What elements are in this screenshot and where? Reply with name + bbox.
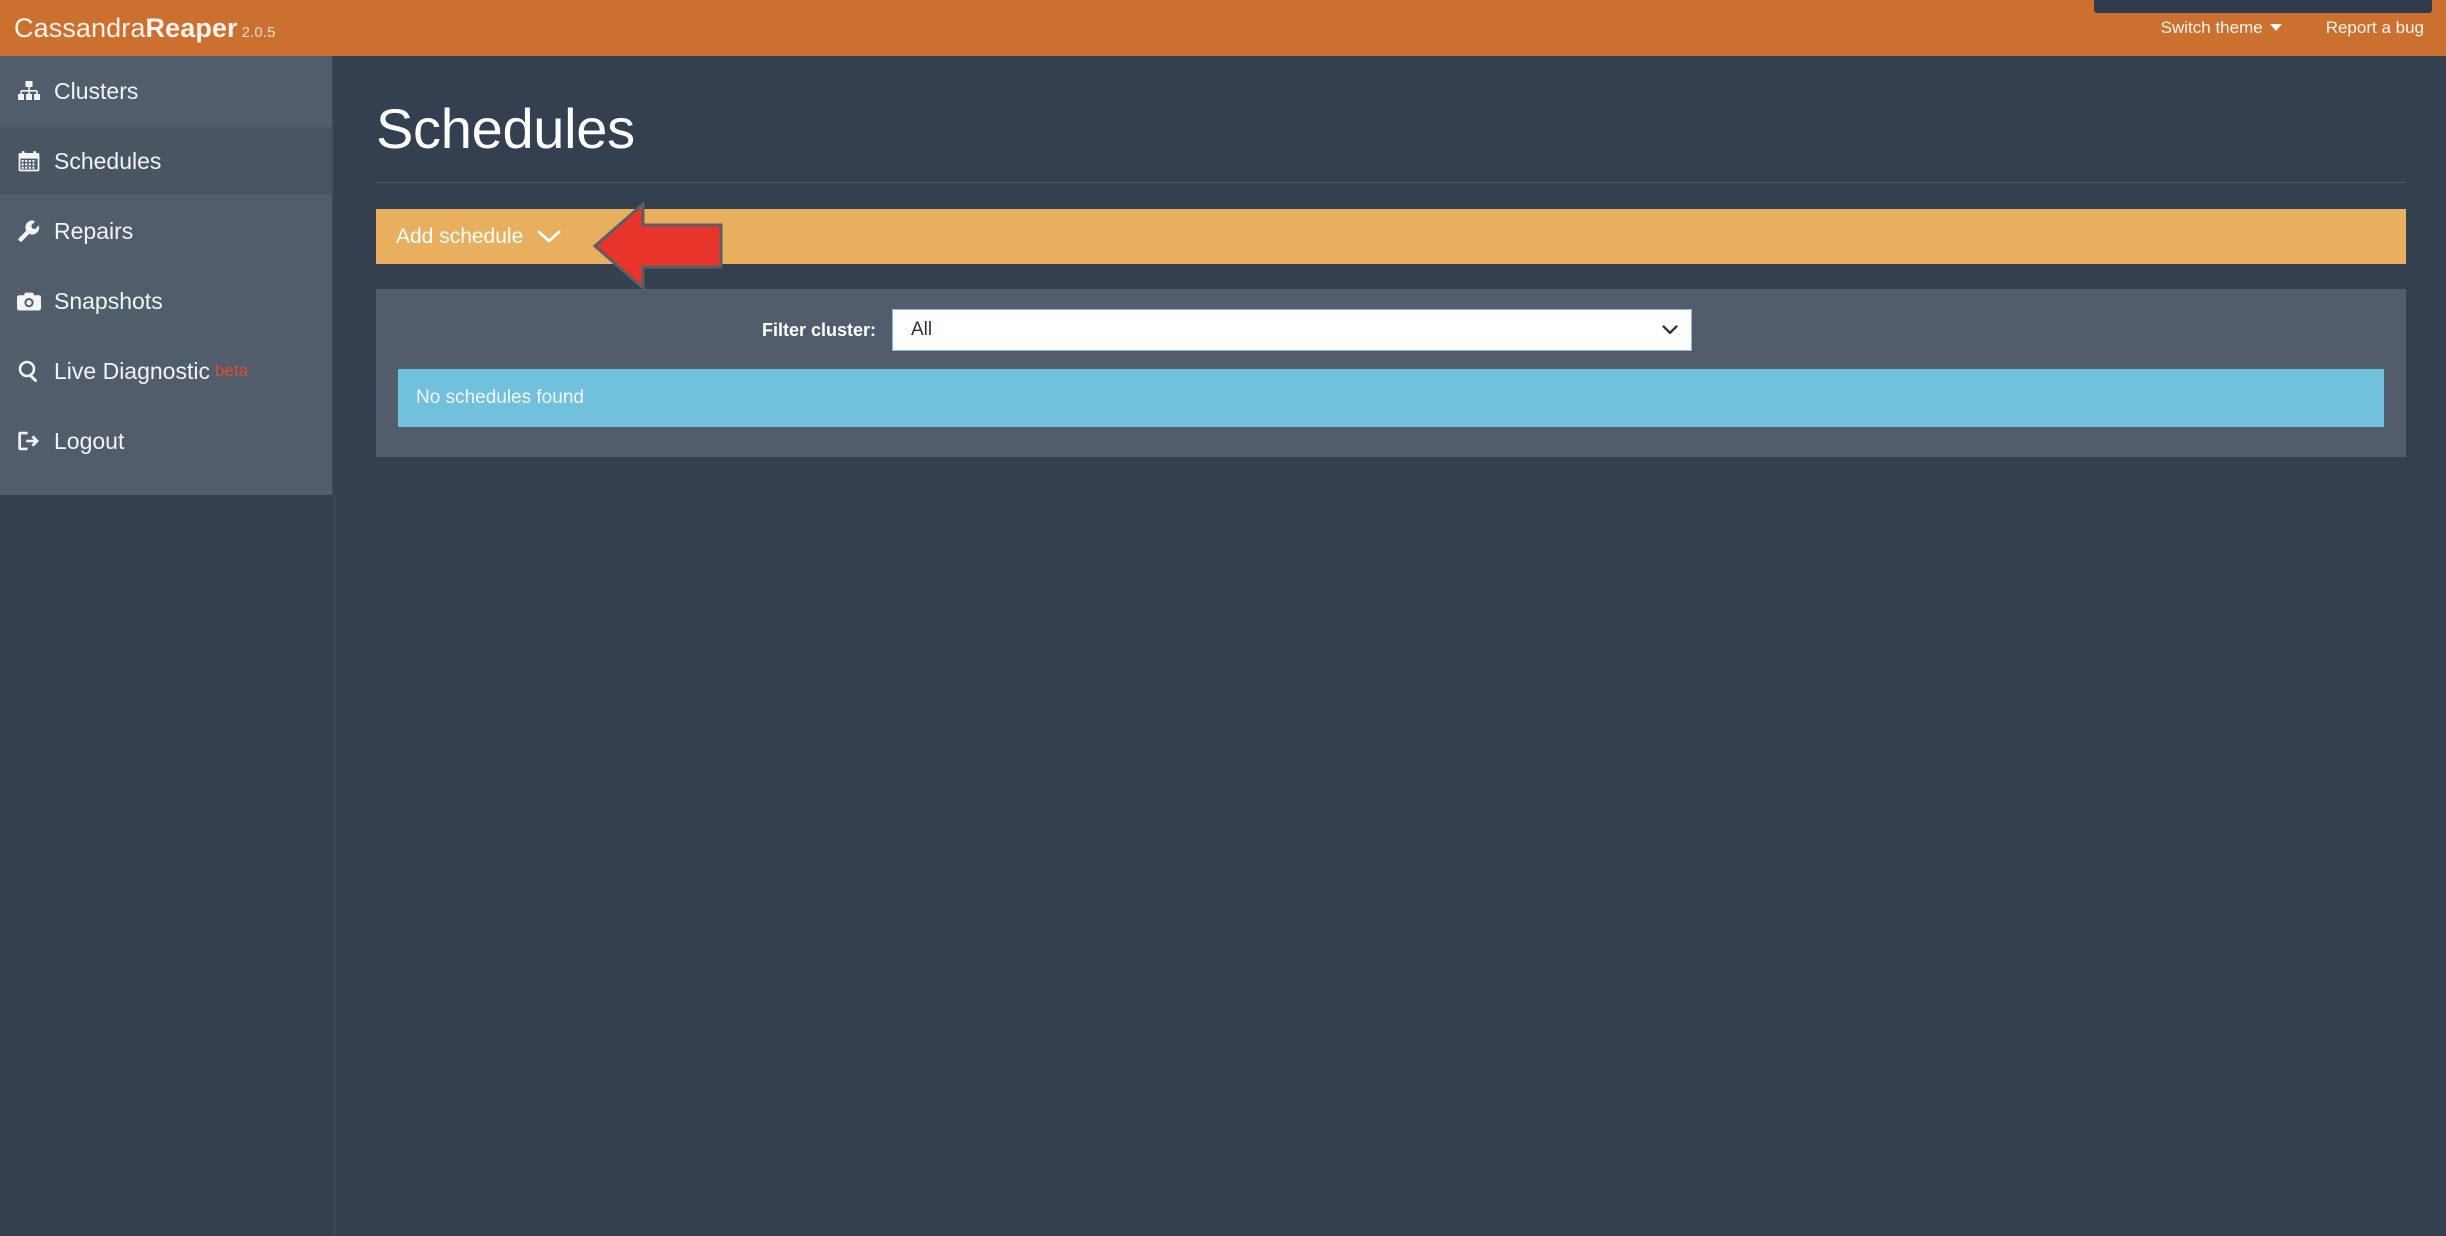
sidebar-item-schedules[interactable]: Schedules xyxy=(0,126,332,196)
sign-out-icon xyxy=(14,431,44,451)
sidebar-item-label: Snapshots xyxy=(54,287,163,314)
sidebar: Clusters Schedules Repairs Snapshots Liv… xyxy=(0,56,334,495)
browser-chrome-strip xyxy=(2094,0,2432,13)
sidebar-divider xyxy=(334,495,336,1236)
sidebar-item-clusters[interactable]: Clusters xyxy=(0,56,332,126)
sitemap-icon xyxy=(14,81,44,101)
brand-strong: Reaper xyxy=(145,13,238,43)
sidebar-item-label: Clusters xyxy=(54,77,139,104)
schedules-filter-panel: Filter cluster: All No schedules found xyxy=(376,289,2406,457)
switch-theme-label: Switch theme xyxy=(2160,18,2263,37)
sidebar-item-label: Repairs xyxy=(54,217,134,244)
filter-cluster-label: Filter cluster: xyxy=(761,319,876,340)
filter-row: Filter cluster: All xyxy=(398,309,2384,351)
sidebar-item-repairs[interactable]: Repairs xyxy=(0,196,332,266)
title-divider xyxy=(376,182,2406,183)
sidebar-item-live-diagnostic[interactable]: Live Diagnostic beta xyxy=(0,336,332,406)
brand-version: 2.0.5 xyxy=(241,24,276,41)
sidebar-item-logout[interactable]: Logout xyxy=(0,406,332,476)
no-schedules-alert: No schedules found xyxy=(398,369,2384,427)
sidebar-item-label: Logout xyxy=(54,427,125,454)
filter-cluster-select[interactable]: All xyxy=(892,309,1692,351)
top-navbar: CassandraReaper 2.0.5 Switch theme Report… xyxy=(0,0,2446,56)
camera-icon xyxy=(14,292,44,311)
calendar-icon xyxy=(14,150,44,172)
beta-badge: beta xyxy=(214,361,249,380)
search-icon xyxy=(14,360,44,382)
sidebar-item-label: Schedules xyxy=(54,147,162,174)
page-title: Schedules xyxy=(376,97,635,160)
caret-down-icon xyxy=(2269,24,2282,31)
app-brand[interactable]: CassandraReaper 2.0.5 xyxy=(14,13,276,44)
chevron-down-icon xyxy=(537,229,561,245)
filter-cluster-select-value: All xyxy=(911,319,933,340)
add-schedule-panel-heading[interactable]: Add schedule xyxy=(376,209,2406,264)
sidebar-item-label: Live Diagnostic xyxy=(54,357,210,384)
brand-prefix: Cassandra xyxy=(14,13,146,43)
wrench-icon xyxy=(14,220,44,242)
chevron-down-icon xyxy=(1662,325,1678,336)
sidebar-item-snapshots[interactable]: Snapshots xyxy=(0,266,332,336)
add-schedule-label: Add schedule xyxy=(396,224,524,248)
main-content: Schedules Add schedule Filter cluster: A… xyxy=(336,56,2446,1236)
